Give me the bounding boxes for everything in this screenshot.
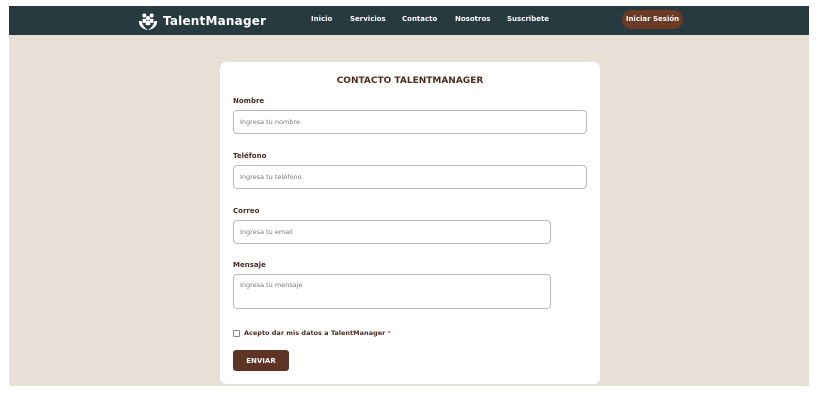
nav-link-nosotros[interactable]: Nosotros [455, 15, 490, 23]
consent-label[interactable]: Acepto dar mis datos a TalentManager [244, 329, 385, 337]
nav-link-suscribete[interactable]: Suscribete [507, 15, 549, 23]
contact-form-card: CONTACTO TALENTMANAGER Nombre Teléfono C… [220, 62, 600, 384]
people-hands-icon [138, 13, 158, 31]
name-field[interactable] [233, 110, 587, 134]
consent-checkbox[interactable] [233, 329, 240, 337]
send-button[interactable]: ENVIAR [233, 350, 289, 371]
phone-field[interactable] [233, 165, 587, 189]
required-mark: * [387, 329, 391, 337]
email-field[interactable] [233, 220, 551, 244]
form-title: CONTACTO TALENTMANAGER [336, 76, 484, 86]
page-background: TalentManager Inicio Servicios Contacto … [9, 6, 809, 386]
consent-row: Acepto dar mis datos a TalentManager * [233, 329, 391, 337]
email-label: Correo [233, 207, 260, 215]
name-label: Nombre [233, 97, 265, 105]
brand-logo[interactable]: TalentManager [137, 10, 266, 32]
brand-name: TalentManager [163, 14, 267, 28]
nav-link-inicio[interactable]: Inicio [311, 15, 332, 23]
login-button[interactable]: Iniciar Sesión [622, 10, 683, 29]
nav-link-servicios[interactable]: Servicios [350, 15, 386, 23]
top-navbar: TalentManager Inicio Servicios Contacto … [9, 6, 809, 35]
phone-label: Teléfono [233, 152, 267, 160]
nav-link-contacto[interactable]: Contacto [402, 15, 437, 23]
message-textarea[interactable] [233, 274, 551, 309]
message-label: Mensaje [233, 261, 266, 269]
